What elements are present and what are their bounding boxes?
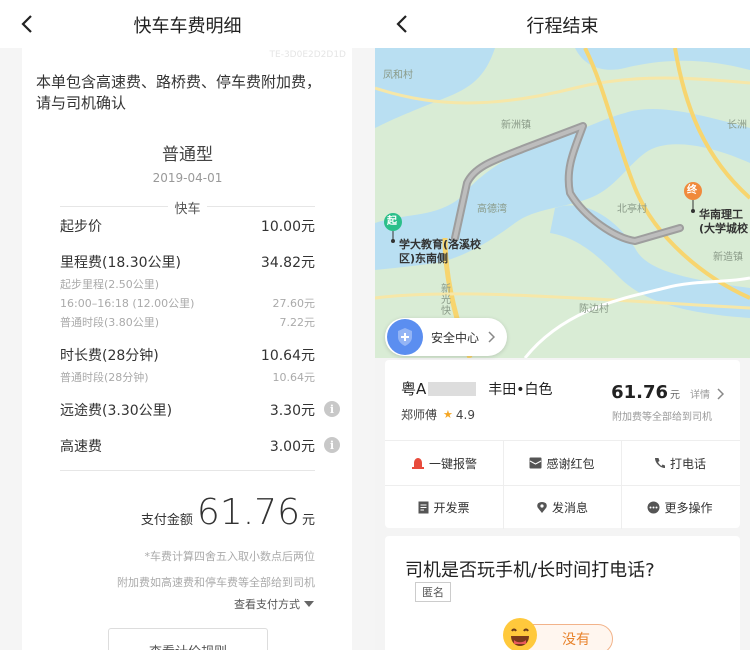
map-canvas	[375, 48, 750, 358]
map-label: 新光快	[441, 284, 451, 317]
map-label: 北亭村	[617, 204, 647, 215]
fare-row-duration: 时长费(28分钟) 10.64元	[60, 348, 315, 364]
watermark-text: TE-3D0E2D2D1D	[269, 50, 346, 60]
nav-bar: 快车车费明细	[0, 0, 375, 48]
route-map[interactable]: 凤和村 新洲镇 长洲 高德湾 北亭村 新造镇 陈边村 新光快 起 终 学大教育(…	[375, 48, 750, 358]
laughing-face-icon	[503, 618, 537, 650]
fare-row-mileage: 里程费(18.30公里) 34.82元	[60, 255, 315, 271]
map-label: 高德湾	[477, 204, 507, 215]
fare-subrow: 普通时段(28分钟) 10.64元	[60, 371, 315, 384]
page-title: 行程结束	[526, 16, 599, 37]
fare-row-highway: 高速费 3.00元	[60, 439, 315, 455]
anonymous-tag: 匿名	[415, 582, 451, 602]
section-label: 快车	[0, 198, 375, 217]
car-type: 普通型	[162, 145, 213, 165]
fare-subrow: 16:00–16:18 (12.00公里) 27.60元	[60, 297, 315, 310]
fare-row-base: 起步价 10.00元	[60, 219, 315, 235]
star-icon: ★	[443, 408, 453, 421]
nav-bar: 行程结束	[375, 0, 750, 48]
tip-button[interactable]: 感谢红包	[503, 441, 621, 485]
emergency-button[interactable]: 一键报警	[385, 441, 503, 485]
invoice-button[interactable]: 开发票	[385, 485, 503, 529]
fee-notice: 本单包含高速费、路桥费、停车费附加费，请与司机确认	[36, 73, 322, 112]
map-label: 凤和村	[383, 70, 413, 81]
payment-method-link[interactable]: 查看支付方式	[234, 596, 315, 612]
end-location-label: 华南理工(大学城校	[699, 208, 749, 235]
map-label: 新造镇	[713, 252, 743, 263]
pricing-rules-button[interactable]: 查看计价规则	[108, 628, 268, 650]
surcharge-note: 附加费如高速费和停车费等全部给到司机	[117, 576, 315, 589]
start-location-label: 学大教育(洛溪校区)东南侧	[399, 238, 482, 265]
driver-card: 粤A 丰田•白色 郑师傅 ★ 4.9 61.76 元详情 附加费等全部给到司机 一键报…	[385, 360, 740, 529]
trip-price[interactable]: 61.76 元详情	[611, 382, 710, 403]
total-divider	[60, 470, 315, 471]
survey-question: 司机是否玩手机/长时间打电话?	[405, 560, 655, 581]
more-actions-button[interactable]: 更多操作	[621, 485, 739, 529]
caret-down-icon	[304, 601, 314, 607]
start-pin-label: 起	[387, 216, 397, 227]
location-chat-icon	[536, 501, 548, 514]
document-icon	[418, 501, 429, 514]
safety-center-button[interactable]: 安全中心	[385, 318, 508, 356]
phone-icon	[654, 457, 666, 469]
end-pin-label: 终	[687, 185, 697, 196]
shield-icon	[387, 319, 423, 355]
fare-detail-screen: 快车车费明细 TE-3D0E2D2D1D 本单包含高速费、路桥费、停车费附加费，…	[0, 0, 375, 650]
fare-subrow: 起步里程(2.50公里)	[60, 278, 160, 291]
driver-name: 郑师傅 ★ 4.9	[401, 407, 475, 423]
message-button[interactable]: 发消息	[503, 485, 621, 529]
chevron-right-icon	[488, 331, 496, 343]
fare-row-longdistance: 远途费(3.30公里) 3.30元	[60, 403, 315, 419]
map-label: 新洲镇	[501, 120, 531, 131]
more-icon	[647, 501, 660, 514]
rounding-note: *车费计算四舍五入取小数点后两位	[144, 550, 316, 563]
total-amount: 支付金额 61.76 元	[140, 492, 315, 533]
map-label: 陈边村	[579, 304, 609, 315]
info-icon[interactable]: i	[324, 437, 340, 453]
fare-subrow: 普通时段(3.80公里) 7.22元	[60, 316, 315, 329]
page-title: 快车车费明细	[133, 16, 242, 37]
price-note: 附加费等全部给到司机	[612, 412, 712, 423]
plate-info: 粤A 丰田•白色	[401, 380, 553, 398]
call-button[interactable]: 打电话	[621, 441, 739, 485]
driver-survey-card: 司机是否玩手机/长时间打电话? 匿名 没有	[385, 536, 740, 650]
action-grid: 一键报警 感谢红包 打电话 开发票 发消息 更多操作	[385, 440, 740, 529]
chevron-right-icon[interactable]	[716, 388, 724, 400]
trip-end-screen: 行程结束 凤和村 新洲镇 长洲 高德湾 北亭村 新造镇 陈边村 新光快 起 终 …	[375, 0, 750, 650]
envelope-icon	[529, 457, 542, 469]
plate-blur	[428, 381, 477, 396]
map-label: 长洲	[727, 120, 747, 131]
alarm-icon	[411, 457, 425, 469]
info-icon[interactable]: i	[324, 401, 340, 417]
trip-date: 2019-04-01	[152, 171, 223, 185]
